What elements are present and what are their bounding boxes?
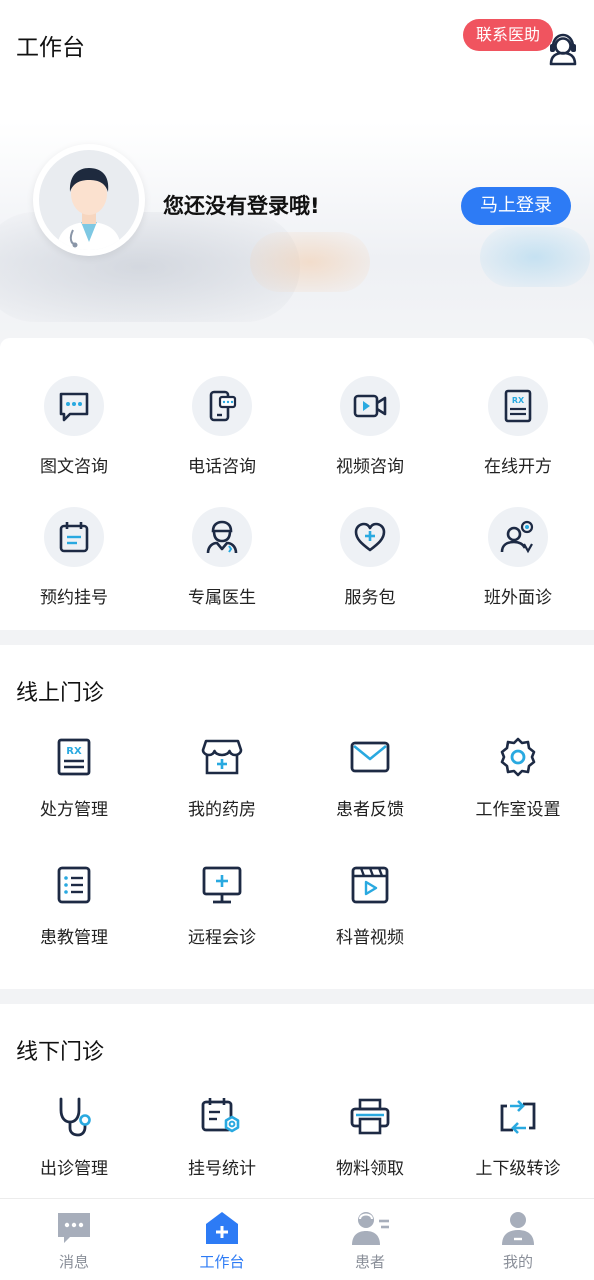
service-label: 服务包 bbox=[344, 588, 396, 608]
gear-icon bbox=[493, 732, 543, 782]
doctor-icon bbox=[192, 507, 252, 567]
service-label: 班外面诊 bbox=[484, 588, 552, 608]
feature-label: 远程会诊 bbox=[188, 928, 256, 948]
service-label: 预约挂号 bbox=[40, 588, 108, 608]
message-icon bbox=[58, 1213, 90, 1243]
quick-services-card: 图文咨询 电话咨询 视频咨询 RX 在线开方 预约挂号 专属医生 服务包 班外面… bbox=[0, 338, 594, 630]
service-label: 专属医生 bbox=[188, 588, 256, 608]
contact-assistant-button[interactable]: 联系医助 bbox=[463, 19, 554, 51]
stethoscope-icon bbox=[49, 1092, 99, 1142]
tab-patients[interactable]: 患者 bbox=[296, 1199, 444, 1280]
service-label: 视频咨询 bbox=[336, 457, 404, 477]
login-hint: 您还没有登录哦! bbox=[163, 194, 320, 218]
feature-label: 挂号统计 bbox=[188, 1159, 256, 1179]
tab-label: 消息 bbox=[58, 1253, 89, 1271]
feature-label: 患者反馈 bbox=[336, 800, 404, 820]
service-label: 在线开方 bbox=[484, 457, 552, 477]
person-badge-icon bbox=[488, 507, 548, 567]
monitor-plus-icon bbox=[197, 860, 247, 910]
transfer-icon bbox=[493, 1092, 543, 1142]
pharmacy-icon bbox=[197, 732, 247, 782]
list-icon bbox=[49, 860, 99, 910]
section-title: 线上门诊 bbox=[16, 681, 105, 706]
video-clip-icon bbox=[345, 860, 395, 910]
video-camera-icon bbox=[340, 376, 400, 436]
feature-label: 工作室设置 bbox=[475, 800, 561, 820]
profile-icon bbox=[502, 1212, 534, 1245]
feature-label: 上下级转诊 bbox=[475, 1159, 561, 1179]
chat-bubble-icon bbox=[44, 376, 104, 436]
avatar[interactable] bbox=[33, 144, 145, 256]
service-label: 图文咨询 bbox=[40, 457, 108, 477]
tab-me[interactable]: 我的 bbox=[444, 1199, 592, 1280]
printer-icon bbox=[345, 1092, 395, 1142]
heart-plus-icon bbox=[340, 507, 400, 567]
section-title: 线下门诊 bbox=[16, 1040, 105, 1065]
feature-label: 出诊管理 bbox=[40, 1159, 108, 1179]
section-divider bbox=[0, 989, 594, 1004]
calendar-gear-icon bbox=[197, 1092, 247, 1142]
section-divider bbox=[0, 630, 594, 645]
bottom-tab-bar: 消息 工作台 患者 我的 bbox=[0, 1198, 594, 1280]
prescription-icon: RX bbox=[49, 732, 99, 782]
tab-workbench[interactable]: 工作台 bbox=[148, 1199, 296, 1280]
svg-text:RX: RX bbox=[512, 396, 525, 405]
offline-clinic-section: 线下门诊 出诊管理 挂号统计 物料领取 上下级转诊 bbox=[0, 1004, 594, 1196]
tab-label: 工作台 bbox=[199, 1253, 245, 1271]
page-title: 工作台 bbox=[16, 35, 85, 61]
online-clinic-section: 线上门诊 RX 处方管理 我的药房 患者反馈 工作室设置 患教管理 远程会诊 科… bbox=[0, 645, 594, 989]
feature-label: 处方管理 bbox=[40, 800, 108, 820]
calendar-icon bbox=[44, 507, 104, 567]
patients-icon bbox=[352, 1212, 389, 1245]
phone-icon bbox=[192, 376, 252, 436]
customer-service-icon[interactable] bbox=[545, 32, 581, 68]
profile-banner: 您还没有登录哦! 马上登录 bbox=[0, 122, 594, 352]
prescription-icon: RX bbox=[488, 376, 548, 436]
svg-text:RX: RX bbox=[66, 746, 82, 757]
feature-label: 患教管理 bbox=[40, 928, 108, 948]
tab-messages[interactable]: 消息 bbox=[0, 1199, 148, 1280]
top-header: 工作台 联系医助 bbox=[0, 0, 594, 122]
mail-icon bbox=[345, 732, 395, 782]
feature-label: 我的药房 bbox=[188, 800, 256, 820]
workbench-icon bbox=[206, 1212, 238, 1244]
feature-label: 物料领取 bbox=[336, 1159, 404, 1179]
doctor-avatar-icon bbox=[57, 168, 121, 250]
service-label: 电话咨询 bbox=[188, 457, 256, 477]
feature-label: 科普视频 bbox=[336, 928, 404, 948]
tab-label: 患者 bbox=[354, 1253, 385, 1271]
tab-label: 我的 bbox=[502, 1253, 533, 1271]
login-button[interactable]: 马上登录 bbox=[461, 187, 571, 225]
